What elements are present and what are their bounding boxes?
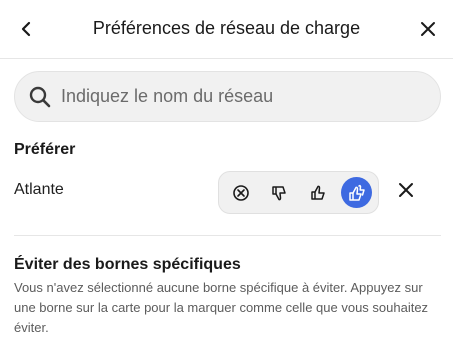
close-icon [421, 22, 435, 36]
close-icon [399, 183, 413, 197]
avoid-section-description: Vous n'avez sélectionné aucune borne spé… [14, 280, 429, 335]
thumbs-up-icon [310, 185, 325, 200]
block-icon [232, 184, 249, 201]
prefer-section-title: Préférer [14, 141, 76, 158]
thumbs-up-double-icon [348, 184, 365, 201]
network-name: Atlante [14, 181, 64, 198]
avoid-section-title: Éviter des bornes spécifiques [14, 256, 241, 273]
close-button[interactable] [414, 15, 442, 43]
chevron-left-icon [21, 21, 31, 37]
page-title: Préférences de réseau de charge [92, 18, 361, 38]
search-input[interactable] [61, 86, 421, 107]
preference-selector [218, 171, 379, 214]
thumbs-up-double-button[interactable] [341, 177, 372, 208]
search-icon [27, 84, 53, 110]
thumbs-down-button[interactable] [263, 177, 294, 208]
header-divider [0, 58, 453, 59]
remove-network-button[interactable] [394, 178, 418, 202]
block-button[interactable] [225, 177, 256, 208]
thumbs-down-icon [271, 185, 286, 200]
search-bar[interactable] [14, 71, 441, 122]
header: Préférences de réseau de charge [0, 0, 453, 58]
thumbs-up-button[interactable] [302, 177, 333, 208]
section-divider [14, 235, 441, 236]
back-button[interactable] [12, 15, 40, 43]
